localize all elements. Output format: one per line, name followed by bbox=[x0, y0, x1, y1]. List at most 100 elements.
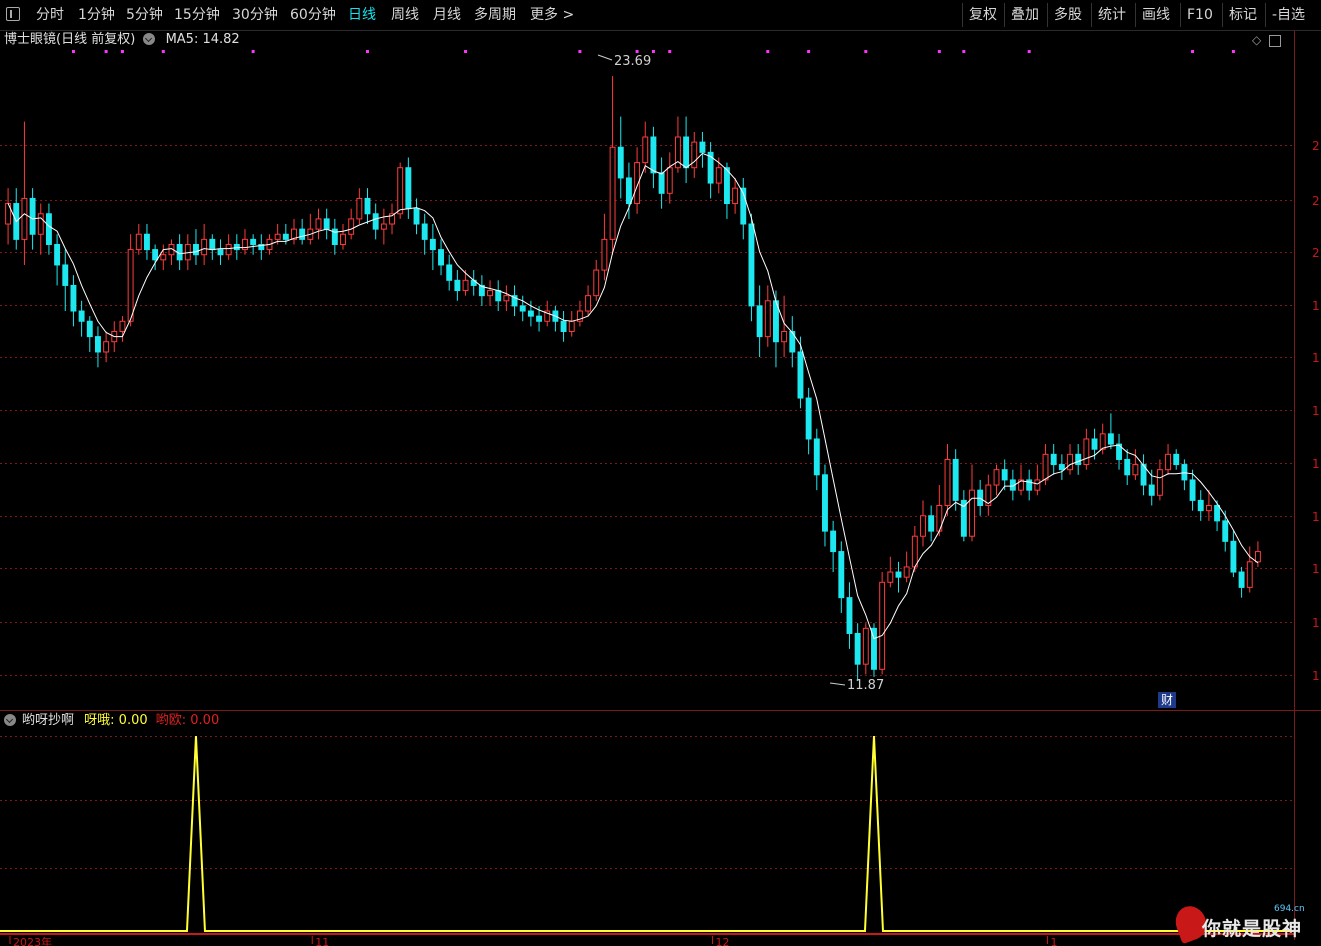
chart-title[interactable]: 博士眼镜(日线 前复权) bbox=[4, 32, 135, 47]
yo-label: 哟欧: 0.00 bbox=[155, 713, 220, 728]
candle-up bbox=[609, 146, 616, 240]
candle-down bbox=[650, 136, 657, 174]
candle-up bbox=[1099, 433, 1106, 450]
tab-more[interactable]: 更多 > bbox=[530, 0, 574, 30]
panel-controls: ◇ bbox=[1252, 33, 1282, 47]
marker-dot bbox=[651, 50, 655, 53]
candle-up bbox=[397, 167, 404, 215]
draw-button[interactable]: 画线 bbox=[1135, 3, 1176, 27]
date-axis-label: 12 bbox=[716, 936, 730, 946]
candle-up bbox=[119, 320, 126, 332]
candle-up bbox=[1165, 453, 1172, 471]
candle-down bbox=[78, 310, 85, 322]
candle-down bbox=[364, 197, 371, 215]
candle-down bbox=[952, 458, 959, 501]
tab-30min[interactable]: 30分钟 bbox=[232, 0, 278, 30]
candle-up bbox=[862, 627, 869, 665]
tab-fenshi[interactable]: 分时 bbox=[36, 0, 64, 30]
candle-down bbox=[519, 305, 526, 312]
candle-up bbox=[781, 330, 788, 343]
tab-1min[interactable]: 1分钟 bbox=[78, 0, 115, 30]
candle-up bbox=[103, 341, 110, 353]
price-axis-tick: 1 bbox=[1312, 669, 1320, 683]
candle-down bbox=[723, 167, 730, 205]
candle-down bbox=[454, 279, 461, 292]
mark-button[interactable]: 标记 bbox=[1222, 3, 1263, 27]
main-chart-header: 博士眼镜(日线 前复权) MA5: 14.82 bbox=[0, 30, 240, 50]
fuquan-button[interactable]: 复权 bbox=[962, 3, 1003, 27]
watermark: 你就是股神 694.cn bbox=[1171, 901, 1316, 945]
tab-60min[interactable]: 60分钟 bbox=[290, 0, 336, 30]
marker-dot bbox=[464, 50, 468, 53]
candle-down bbox=[1058, 464, 1065, 471]
candle-down bbox=[29, 197, 36, 235]
candle-down bbox=[1148, 484, 1155, 496]
marker-dot bbox=[962, 50, 966, 53]
candle-down bbox=[1181, 464, 1188, 481]
tab-monthly[interactable]: 月线 bbox=[433, 0, 461, 30]
candle-up bbox=[225, 243, 232, 256]
finance-badge[interactable]: 财 bbox=[1158, 692, 1176, 708]
candle-down bbox=[1050, 453, 1057, 466]
candle-down bbox=[658, 172, 665, 194]
date-axis-label: 2023年 bbox=[13, 935, 52, 946]
indicator-name[interactable]: 哟呀抄啊 bbox=[22, 713, 74, 728]
tab-5min[interactable]: 5分钟 bbox=[126, 0, 163, 30]
candle-up bbox=[380, 223, 387, 230]
stats-button[interactable]: 统计 bbox=[1091, 3, 1132, 27]
watermark-site: 694.cn bbox=[1274, 904, 1305, 914]
window-icon[interactable] bbox=[1269, 34, 1282, 47]
low-label: 11.87 bbox=[847, 678, 884, 693]
candle-up bbox=[911, 535, 918, 568]
candle-up bbox=[993, 469, 1000, 486]
candle-down bbox=[1222, 520, 1229, 542]
candle-down bbox=[756, 305, 763, 338]
candle-up bbox=[462, 279, 469, 292]
f10-button[interactable]: F10 bbox=[1180, 3, 1219, 27]
indicator-dropdown-icon[interactable] bbox=[4, 713, 16, 726]
multi-stock-button[interactable]: 多股 bbox=[1047, 3, 1088, 27]
candle-up bbox=[348, 218, 355, 235]
candle-up bbox=[21, 197, 28, 240]
candle-up bbox=[1205, 505, 1212, 512]
candle-up bbox=[503, 295, 510, 302]
tab-15min[interactable]: 15分钟 bbox=[174, 0, 220, 30]
candle-down bbox=[1107, 433, 1114, 445]
menu-icon[interactable] bbox=[6, 7, 20, 21]
tab-weekly[interactable]: 周线 bbox=[391, 0, 419, 30]
marker-dot bbox=[766, 50, 770, 53]
marker-dot bbox=[668, 50, 672, 53]
candle-down bbox=[805, 397, 812, 440]
candle-up bbox=[887, 571, 894, 583]
candle-down bbox=[560, 320, 567, 332]
candle-up bbox=[315, 218, 322, 230]
candlesticks bbox=[5, 76, 1261, 682]
candle-down bbox=[86, 320, 93, 338]
candle-up bbox=[1254, 551, 1261, 563]
candle-down bbox=[699, 141, 706, 153]
candle-down bbox=[625, 177, 632, 205]
price-axis-tick: 1 bbox=[1312, 404, 1320, 418]
candle-up bbox=[920, 515, 926, 537]
candle-up bbox=[764, 300, 771, 338]
tab-daily[interactable]: 日线 bbox=[348, 0, 376, 30]
signal-line bbox=[0, 735, 1294, 932]
marker-dot bbox=[120, 50, 124, 53]
candle-up bbox=[1246, 561, 1253, 588]
candle-down bbox=[830, 530, 837, 553]
tab-multi-period[interactable]: 多周期 bbox=[474, 0, 516, 30]
watchlist-button[interactable]: -自选 bbox=[1265, 3, 1311, 27]
candle-down bbox=[1091, 438, 1098, 450]
dropdown-icon[interactable] bbox=[143, 32, 156, 45]
candle-up bbox=[160, 254, 167, 261]
candle-down bbox=[1230, 540, 1237, 573]
candle-down bbox=[233, 243, 240, 251]
candle-down bbox=[928, 515, 935, 532]
candle-up bbox=[356, 197, 363, 220]
diamond-icon[interactable]: ◇ bbox=[1252, 33, 1261, 47]
high-label: 23.69 bbox=[614, 54, 651, 69]
candle-down bbox=[62, 264, 69, 286]
overlay-button[interactable]: 叠加 bbox=[1004, 3, 1045, 27]
price-axis-tick: 1 bbox=[1312, 351, 1320, 365]
candle-up bbox=[1067, 453, 1073, 471]
